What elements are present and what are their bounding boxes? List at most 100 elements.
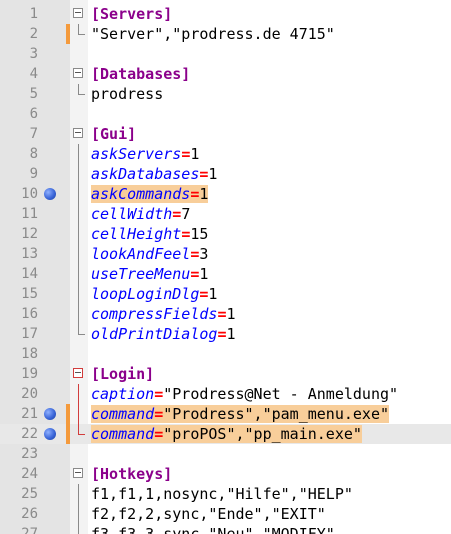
editor-line[interactable]: 17 oldPrintDialog=1 xyxy=(0,324,451,344)
line-code: prodress xyxy=(91,84,163,104)
key-group: useTreeMenu= xyxy=(91,265,199,283)
assignment-operator: = xyxy=(181,145,191,163)
key-value-pair: caption="Prodress@Net - Anmeldung" xyxy=(91,385,398,403)
fold-toggle-icon[interactable] xyxy=(73,68,83,78)
key-group: compressFields= xyxy=(91,305,226,323)
property-key: caption xyxy=(91,385,155,403)
key-group: caption= xyxy=(91,385,163,403)
line-number: 23 xyxy=(21,446,38,462)
editor-line[interactable]: 8 askServers=1 xyxy=(0,144,451,164)
editor-line[interactable]: 19 [Login] xyxy=(0,364,451,384)
plain-text: "Server","prodress.de 4715" xyxy=(91,25,335,43)
property-value: "Prodress@Net - Anmeldung" xyxy=(163,385,399,403)
code-editor[interactable]: 1 [Servers] 2 "Server","prodress.de 4715" 3 4… xyxy=(0,0,451,534)
editor-line[interactable]: 12 cellHeight=15 xyxy=(0,224,451,244)
editor-line[interactable]: 10 askCommands=1 xyxy=(0,184,451,204)
line-code: compressFields=1 xyxy=(91,304,236,324)
property-key: oldPrintDialog xyxy=(91,325,218,343)
section-header: [Login] xyxy=(91,365,155,383)
editor-line[interactable]: 4 [Databases] xyxy=(0,64,451,84)
editor-line[interactable]: 23 xyxy=(0,444,451,464)
plain-text: f2,f2,2,sync,"Ende","EXIT" xyxy=(91,505,326,523)
editor-line[interactable]: 5 prodress xyxy=(0,84,451,104)
key-group: lookAndFeel= xyxy=(91,245,199,263)
key-value-pair: command="Prodress","pam_menu.exe" xyxy=(91,405,390,423)
fold-guide-line xyxy=(78,204,79,224)
editor-line[interactable]: 27 f3,f3,3,sync,"Neu","MODIFY" xyxy=(0,524,451,534)
assignment-operator: = xyxy=(154,385,164,403)
plain-text: f3,f3,3,sync,"Neu","MODIFY" xyxy=(91,525,335,534)
bookmark-icon[interactable] xyxy=(44,188,56,200)
line-number: 7 xyxy=(29,126,38,142)
fold-guide-line xyxy=(78,184,79,204)
fold-guide-line xyxy=(78,484,79,504)
editor-line[interactable]: 14 useTreeMenu=1 xyxy=(0,264,451,284)
line-code: cellHeight=15 xyxy=(91,224,208,244)
bookmark-icon[interactable] xyxy=(44,408,56,420)
key-group: loopLoginDlg= xyxy=(91,285,208,303)
editor-line[interactable]: 6 xyxy=(0,104,451,124)
property-value: 3 xyxy=(199,245,209,263)
editor-line[interactable]: 26 f2,f2,2,sync,"Ende","EXIT" xyxy=(0,504,451,524)
editor-line[interactable]: 3 xyxy=(0,44,451,64)
fold-toggle-icon[interactable] xyxy=(73,8,83,18)
line-code: [Servers] xyxy=(91,4,172,24)
plain-text: f1,f1,1,nosync,"Hilfe","HELP" xyxy=(91,485,353,503)
line-code: lookAndFeel=3 xyxy=(91,244,208,264)
editor-line[interactable]: 18 xyxy=(0,344,451,364)
line-code: useTreeMenu=1 xyxy=(91,264,208,284)
line-code: command="Prodress","pam_menu.exe" xyxy=(91,404,390,424)
fold-end-marker xyxy=(78,434,85,435)
editor-line[interactable]: 22 command="proPOS","pp_main.exe" xyxy=(0,424,451,444)
fold-toggle-icon[interactable] xyxy=(73,368,83,378)
property-key: askServers xyxy=(91,145,182,163)
property-value: "Prodress","pam_menu.exe" xyxy=(163,405,390,423)
fold-toggle-icon[interactable] xyxy=(73,128,83,138)
line-number: 26 xyxy=(21,506,38,522)
bookmark-icon[interactable] xyxy=(44,428,56,440)
property-key: cellHeight xyxy=(91,225,182,243)
property-value: "proPOS","pp_main.exe" xyxy=(163,425,362,443)
change-history-marker xyxy=(66,424,70,444)
editor-line[interactable]: 24 [Hotkeys] xyxy=(0,464,451,484)
key-group: askServers= xyxy=(91,145,190,163)
key-group: cellWidth= xyxy=(91,205,181,223)
editor-line[interactable]: 2 "Server","prodress.de 4715" xyxy=(0,24,451,44)
editor-line[interactable]: 25 f1,f1,1,nosync,"Hilfe","HELP" xyxy=(0,484,451,504)
editor-line[interactable]: 15 loopLoginDlg=1 xyxy=(0,284,451,304)
line-number: 11 xyxy=(21,206,38,222)
editor-line[interactable]: 11 cellWidth=7 xyxy=(0,204,451,224)
line-code: f2,f2,2,sync,"Ende","EXIT" xyxy=(91,504,326,524)
section-header: [Servers] xyxy=(91,5,173,23)
fold-guide-line xyxy=(78,404,79,424)
editor-line[interactable]: 21 command="Prodress","pam_menu.exe" xyxy=(0,404,451,424)
fold-guide-line xyxy=(78,304,79,324)
editor-line[interactable]: 7 [Gui] xyxy=(0,124,451,144)
property-value: 15 xyxy=(190,225,209,243)
line-number: 21 xyxy=(21,406,38,422)
fold-guide-line xyxy=(78,264,79,284)
line-number: 16 xyxy=(21,306,38,322)
fold-guide-line xyxy=(78,144,79,164)
key-value-pair: useTreeMenu=1 xyxy=(91,265,208,283)
key-value-pair: cellHeight=15 xyxy=(91,225,208,243)
fold-guide-line xyxy=(78,244,79,264)
editor-line[interactable]: 1 [Servers] xyxy=(0,4,451,24)
property-value: 7 xyxy=(181,205,191,223)
line-number: 1 xyxy=(29,6,38,22)
section-header: [Hotkeys] xyxy=(91,465,173,483)
editor-line[interactable]: 13 lookAndFeel=3 xyxy=(0,244,451,264)
key-value-pair: command="proPOS","pp_main.exe" xyxy=(91,425,362,443)
property-key: lookAndFeel xyxy=(91,245,191,263)
line-number: 25 xyxy=(21,486,38,502)
editor-line[interactable]: 16 compressFields=1 xyxy=(0,304,451,324)
editor-line[interactable]: 9 askDatabases=1 xyxy=(0,164,451,184)
editor-line[interactable]: 20 caption="Prodress@Net - Anmeldung" xyxy=(0,384,451,404)
property-key: command xyxy=(91,425,155,443)
fold-toggle-icon[interactable] xyxy=(73,468,83,478)
line-code: [Databases] xyxy=(91,64,190,84)
key-value-pair: cellWidth=7 xyxy=(91,205,190,223)
line-number: 8 xyxy=(29,146,38,162)
key-group: oldPrintDialog= xyxy=(91,325,226,343)
property-value: 1 xyxy=(199,265,209,283)
